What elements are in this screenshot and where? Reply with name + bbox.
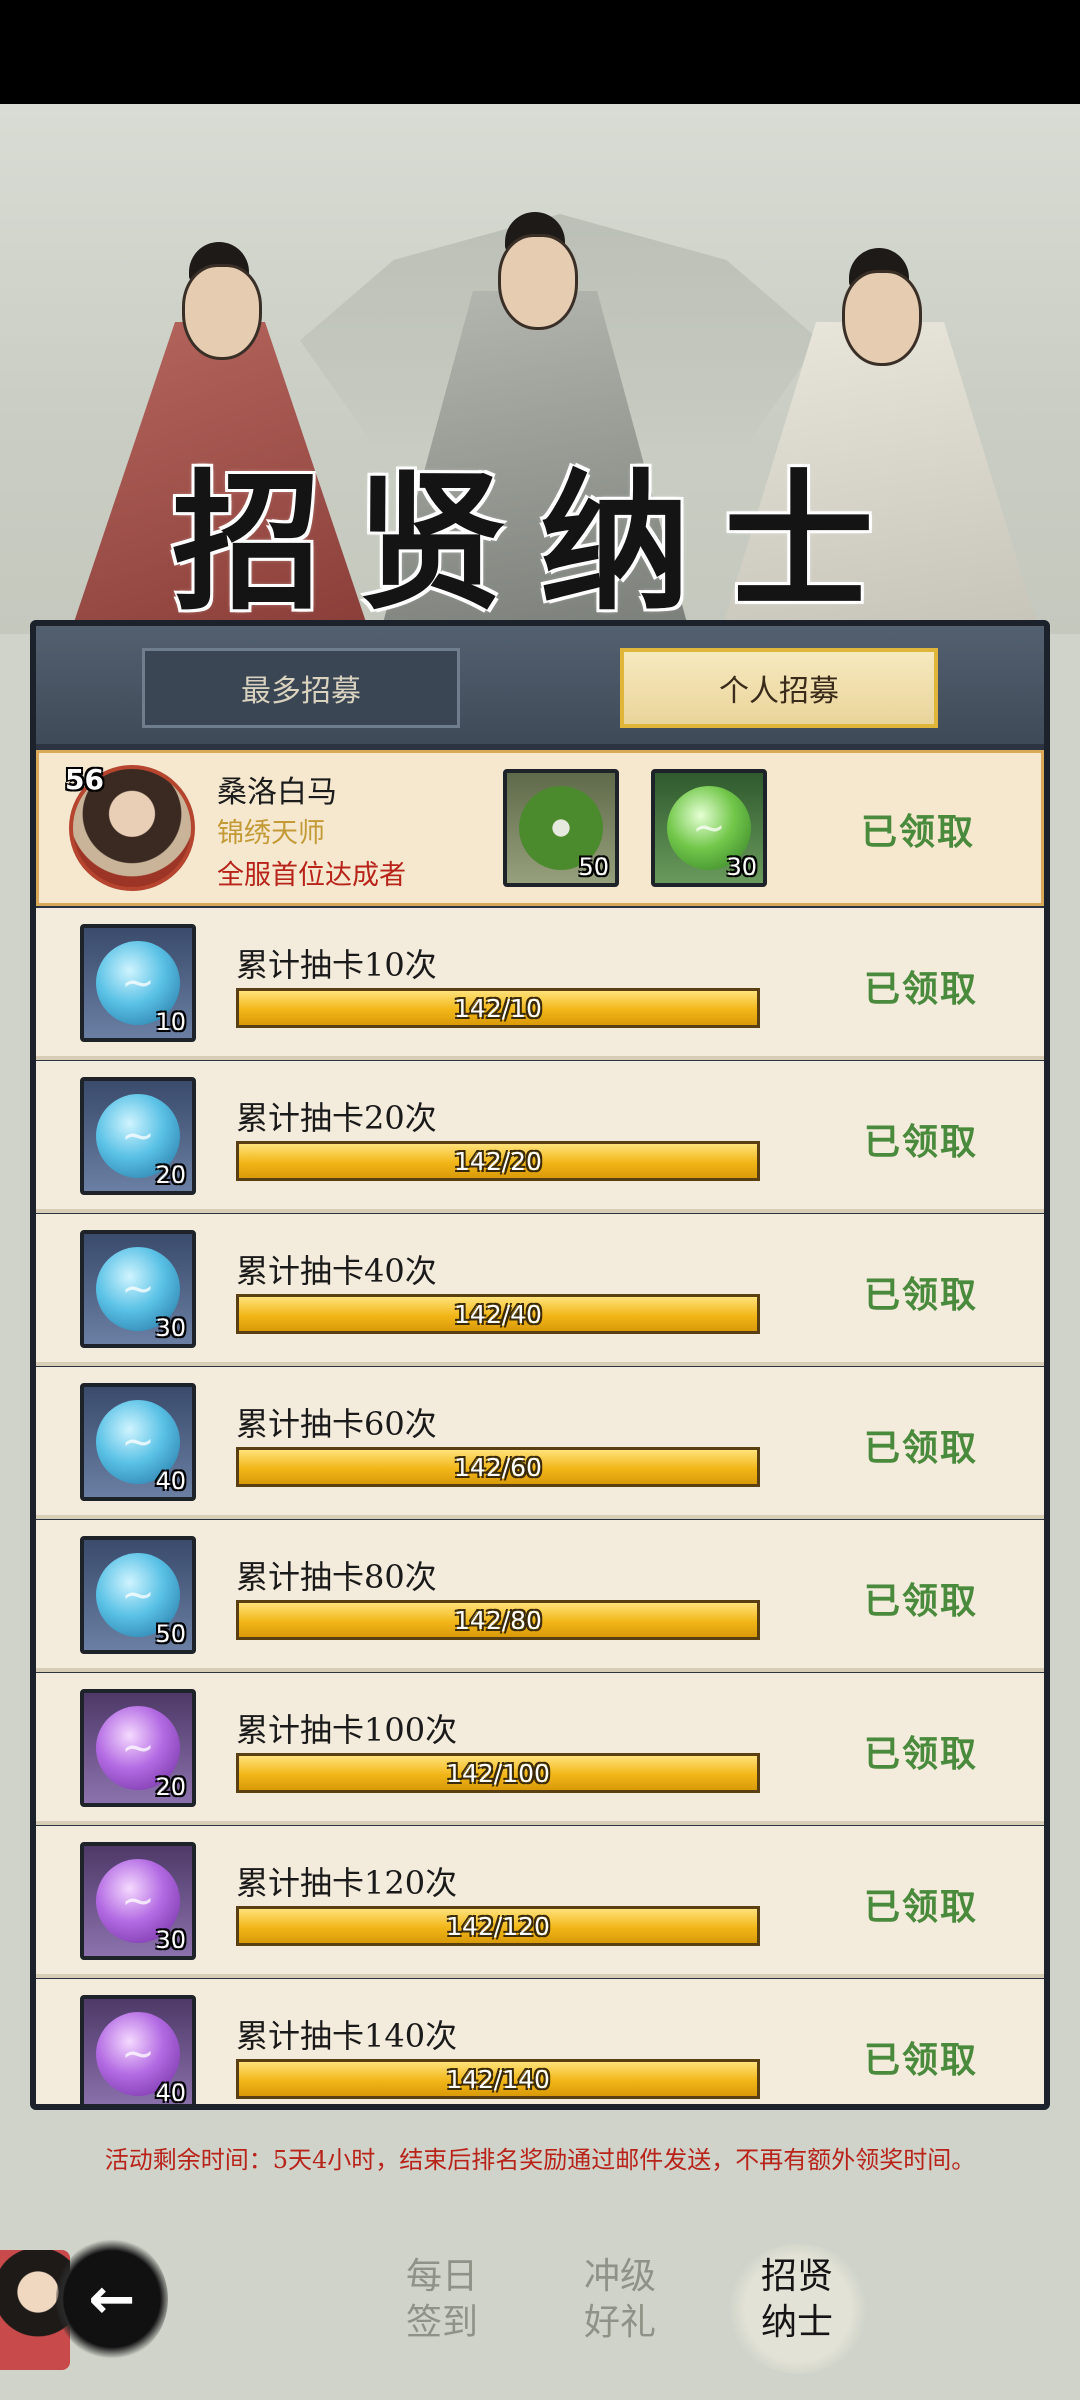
- reward-count: 20: [155, 1773, 186, 1801]
- tab-most-recruit[interactable]: 最多招募: [142, 648, 460, 728]
- reward-count: 20: [155, 1161, 186, 1189]
- progress-text: 142/60: [454, 1452, 542, 1482]
- progress-bar: 142/140: [236, 2059, 760, 2099]
- reward-item[interactable]: ~20: [80, 1689, 196, 1807]
- reward-row: ~40 累计抽卡60次 142/60 已领取: [36, 1367, 1044, 1519]
- progress-text: 142/120: [446, 1911, 550, 1941]
- reward-item[interactable]: ~50: [80, 1536, 196, 1654]
- nav-recruit[interactable]: 招贤 纳士: [742, 2254, 852, 2360]
- claimed-status: 已领取: [863, 1733, 978, 1775]
- level-badge: 56: [65, 763, 104, 796]
- reward-row: ~50 累计抽卡80次 142/80 已领取: [36, 1520, 1044, 1672]
- nav-levelup-gifts[interactable]: 冲级 好礼: [565, 2254, 675, 2360]
- achievement-label: 全服首位达成者: [217, 860, 406, 891]
- bottom-nav: ← 每日 签到 冲级 好礼 招贤 纳士: [0, 2200, 1080, 2400]
- progress-bar: 142/20: [236, 1141, 760, 1181]
- milestone-label: 累计抽卡80次: [236, 1558, 437, 1596]
- claimed-status: 已领取: [863, 1121, 978, 1163]
- progress-bar: 142/40: [236, 1294, 760, 1334]
- claimed-status: 已领取: [863, 1886, 978, 1928]
- reward-item[interactable]: ~40: [80, 1383, 196, 1501]
- reward-item[interactable]: ~20: [80, 1077, 196, 1195]
- reward-row: ~10 累计抽卡10次 142/10 已领取: [36, 908, 1044, 1060]
- reward-count: 40: [155, 1467, 186, 1495]
- claimed-status: 已领取: [863, 2039, 978, 2081]
- reward-count: 40: [155, 2079, 186, 2104]
- player-title: 锦绣天师: [217, 818, 325, 849]
- reward-count: 50: [155, 1620, 186, 1648]
- progress-text: 142/10: [454, 993, 542, 1023]
- milestone-label: 累计抽卡140次: [236, 2017, 458, 2055]
- claimed-status: 已领取: [863, 1427, 978, 1469]
- recruit-panel: 最多招募 个人招募 56 桑洛白马 锦绣天师 全服首位达成者 50 ~ 30 已…: [30, 620, 1050, 2110]
- milestone-label: 累计抽卡10次: [236, 946, 437, 984]
- claimed-status: 已领取: [863, 1580, 978, 1622]
- progress-bar: 142/60: [236, 1447, 760, 1487]
- progress-text: 142/80: [454, 1605, 542, 1635]
- reward-item[interactable]: 50: [503, 769, 619, 887]
- reward-count: 10: [155, 1008, 186, 1036]
- reward-row: ~30 累计抽卡40次 142/40 已领取: [36, 1214, 1044, 1366]
- progress-text: 142/140: [446, 2064, 550, 2094]
- reward-item[interactable]: ~40: [80, 1995, 196, 2104]
- reward-row: ~20 累计抽卡20次 142/20 已领取: [36, 1061, 1044, 1213]
- status-bar: [0, 0, 1080, 104]
- milestone-label: 累计抽卡60次: [236, 1405, 437, 1443]
- tabs-bar: 最多招募 个人招募: [36, 626, 1044, 744]
- milestone-label: 累计抽卡100次: [236, 1711, 458, 1749]
- reward-count: 30: [155, 1926, 186, 1954]
- back-arrow-icon: ←: [88, 2266, 136, 2332]
- reward-list[interactable]: 56 桑洛白马 锦绣天师 全服首位达成者 50 ~ 30 已领取 ~10 累计抽卡…: [36, 746, 1044, 2104]
- milestone-label: 累计抽卡120次: [236, 1864, 458, 1902]
- milestone-label: 累计抽卡40次: [236, 1252, 437, 1290]
- progress-bar: 142/100: [236, 1753, 760, 1793]
- reward-row: ~40 累计抽卡140次 142/140 已领取: [36, 1979, 1044, 2104]
- progress-bar: 142/10: [236, 988, 760, 1028]
- claimed-status: 已领取: [863, 1274, 978, 1316]
- tab-personal-recruit[interactable]: 个人招募: [620, 648, 938, 728]
- claimed-status: 已领取: [860, 811, 975, 853]
- progress-bar: 142/80: [236, 1600, 760, 1640]
- banner-title: 招贤纳士: [171, 455, 908, 631]
- top-achiever-row: 56 桑洛白马 锦绣天师 全服首位达成者 50 ~ 30 已领取: [36, 750, 1044, 906]
- milestone-label: 累计抽卡20次: [236, 1099, 437, 1137]
- reward-count: 30: [726, 853, 757, 881]
- reward-item[interactable]: ~30: [80, 1230, 196, 1348]
- reward-row: ~20 累计抽卡100次 142/100 已领取: [36, 1673, 1044, 1825]
- event-countdown: 活动剩余时间：5天4小时，结束后排名奖励通过邮件发送，不再有额外领奖时间。: [104, 2146, 976, 2174]
- progress-text: 142/40: [454, 1299, 542, 1329]
- reward-row: ~30 累计抽卡120次 142/120 已领取: [36, 1826, 1044, 1978]
- progress-text: 142/100: [446, 1758, 550, 1788]
- event-banner: 招贤纳士: [0, 104, 1080, 634]
- progress-text: 142/20: [454, 1146, 542, 1176]
- reward-count: 50: [578, 853, 609, 881]
- claimed-status: 已领取: [863, 968, 978, 1010]
- progress-bar: 142/120: [236, 1906, 760, 1946]
- reward-item[interactable]: ~10: [80, 924, 196, 1042]
- reward-count: 30: [155, 1314, 186, 1342]
- back-button[interactable]: ←: [56, 2238, 168, 2360]
- reward-item[interactable]: ~30: [80, 1842, 196, 1960]
- nav-daily-checkin[interactable]: 每日 签到: [387, 2254, 497, 2360]
- player-name: 桑洛白马: [217, 775, 337, 810]
- reward-item[interactable]: ~ 30: [651, 769, 767, 887]
